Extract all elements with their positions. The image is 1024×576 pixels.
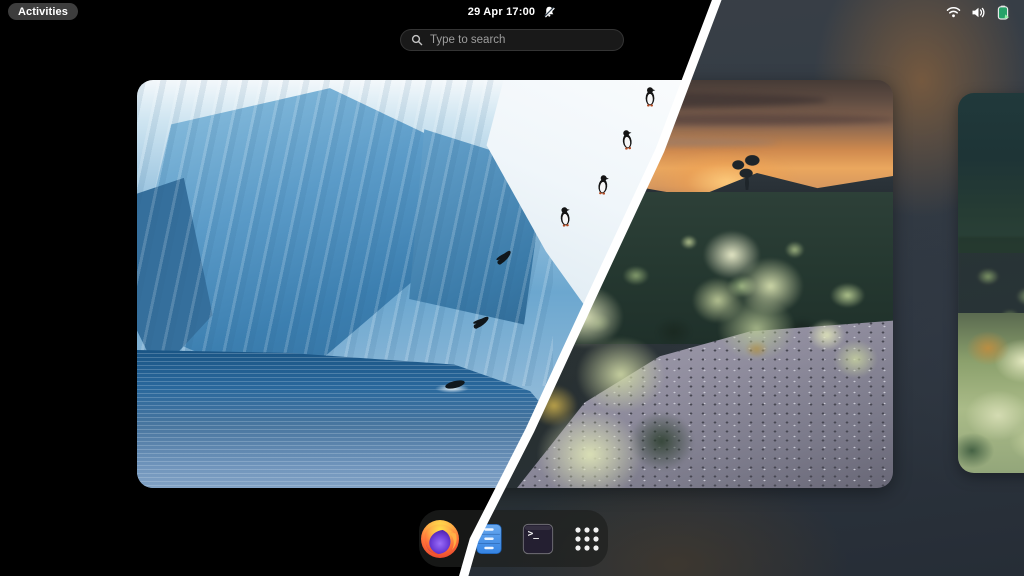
activities-button[interactable]: Activities	[8, 3, 78, 20]
terminal-prompt: >_	[528, 528, 540, 539]
app-grid-button[interactable]	[566, 518, 608, 560]
penguin	[595, 173, 611, 195]
dock-item-firefox[interactable]	[419, 518, 461, 560]
clock-label: 29 Apr 17:00	[468, 6, 535, 18]
wifi-icon	[946, 6, 961, 18]
diving-penguin	[493, 246, 516, 269]
tree-silhouette	[725, 152, 769, 190]
dock-item-files[interactable]	[468, 518, 510, 560]
volume-icon	[971, 6, 986, 19]
files-icon	[472, 522, 506, 556]
penguin	[619, 128, 635, 151]
search-bar	[400, 29, 624, 51]
search-icon	[411, 34, 423, 46]
adjacent-workspace-preview[interactable]	[958, 93, 1024, 473]
penguin	[643, 86, 657, 107]
terminal-icon: >_	[521, 522, 555, 556]
battery-charging-icon	[996, 5, 1010, 20]
system-status-area[interactable]	[946, 0, 1010, 24]
dnd-bell-slash-icon	[543, 5, 556, 19]
top-bar: Activities 29 Apr 17:00	[0, 0, 1024, 24]
diving-penguin	[468, 309, 495, 336]
search-input[interactable]	[430, 34, 613, 46]
app-grid-icon	[571, 523, 603, 555]
activities-label: Activities	[18, 6, 68, 18]
firefox-icon	[419, 518, 461, 560]
dock-item-terminal[interactable]: >_	[517, 518, 559, 560]
gnome-activities-overview: Activities 29 Apr 17:00	[0, 0, 1024, 576]
penguin	[557, 205, 573, 227]
dash-dock: >_	[419, 510, 608, 567]
clock-button[interactable]: 29 Apr 17:00	[468, 0, 556, 24]
